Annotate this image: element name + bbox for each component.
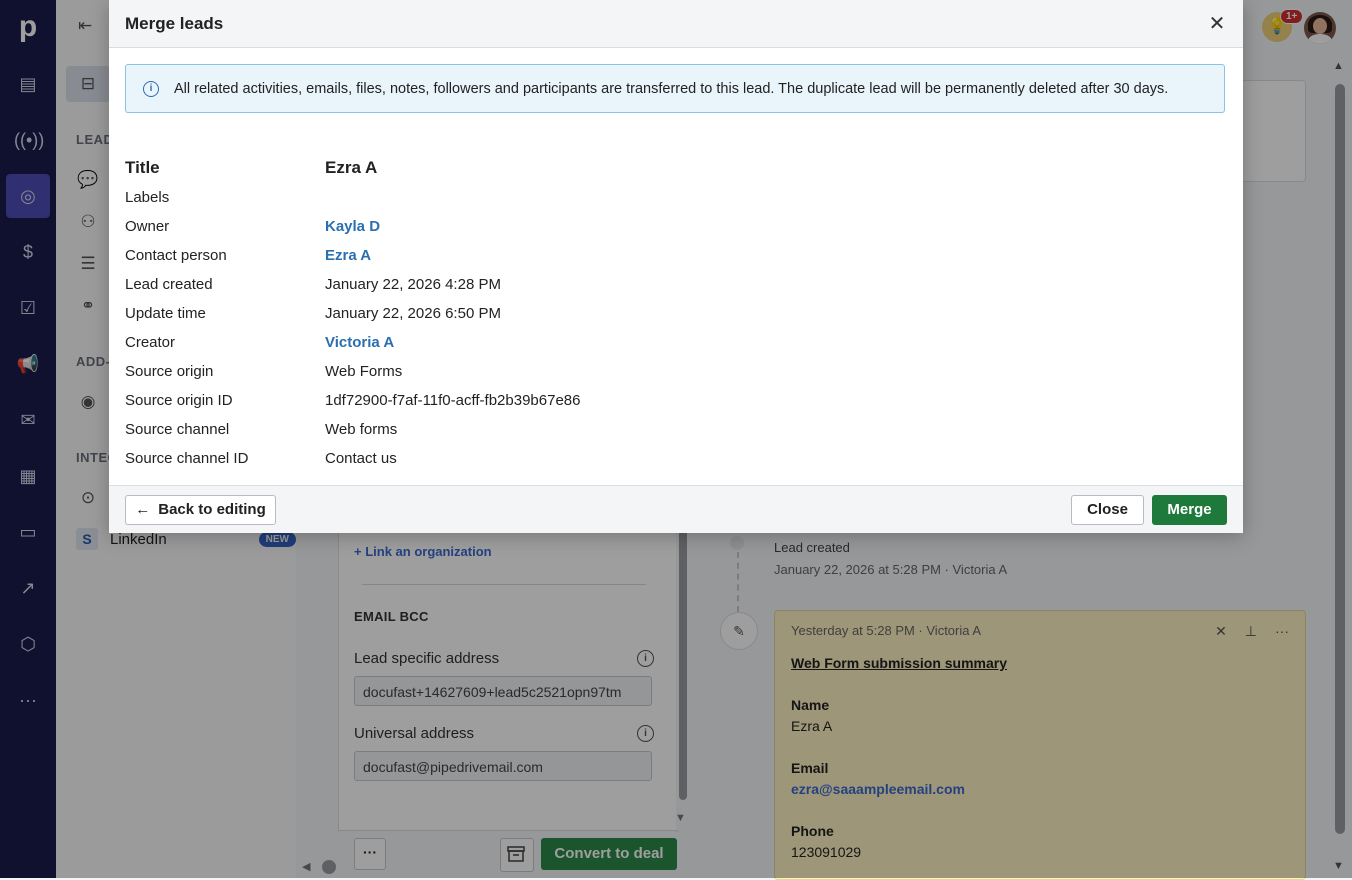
field-key: Owner [125, 218, 170, 235]
dialog-header: Merge leads ✕ [109, 0, 1243, 48]
field-row-title: Title Ezra A [125, 158, 1225, 180]
close-button[interactable]: Close [1071, 495, 1144, 525]
banner-text: All related activities, emails, files, n… [174, 81, 1169, 97]
arrow-left-icon: ← [135, 501, 151, 518]
field-value: 1df72900-f7af-11f0-acff-fb2b39b67e86 [325, 392, 581, 409]
info-icon: i [143, 81, 159, 97]
field-row-source-origin-id: Source origin ID 1df72900-f7af-11f0-acff… [125, 392, 1225, 414]
merge-button[interactable]: Merge [1152, 495, 1227, 525]
merge-leads-dialog: Merge leads ✕ i All related activities, … [109, 0, 1243, 533]
field-row-owner: Owner Kayla D [125, 218, 1225, 240]
dialog-title: Merge leads [125, 14, 224, 33]
field-key: Source channel [125, 421, 230, 438]
field-value: Ezra A [325, 158, 378, 177]
info-banner: i All related activities, emails, files,… [125, 64, 1225, 113]
button-label: Back to editing [158, 501, 266, 518]
field-value: January 22, 2026 4:28 PM [325, 276, 501, 293]
field-value: Web Forms [325, 363, 403, 380]
field-key: Update time [125, 305, 206, 322]
field-row-creator: Creator Victoria A [125, 334, 1225, 356]
field-key: Source origin [125, 363, 214, 380]
dialog-footer: ← Back to editing Close Merge [109, 485, 1243, 533]
field-row-source-origin: Source origin Web Forms [125, 363, 1225, 385]
field-row-source-channel-id: Source channel ID Contact us [125, 450, 1225, 472]
field-row-contact-person: Contact person Ezra A [125, 247, 1225, 269]
field-value: Contact us [325, 450, 397, 467]
field-row-source-channel: Source channel Web forms [125, 421, 1225, 443]
contact-person-link[interactable]: Ezra A [325, 247, 371, 264]
field-key: Source channel ID [125, 450, 249, 467]
owner-link[interactable]: Kayla D [325, 218, 380, 235]
field-key: Labels [125, 189, 170, 206]
field-key: Contact person [125, 247, 227, 264]
creator-link[interactable]: Victoria A [325, 334, 394, 351]
field-value: Web forms [325, 421, 398, 438]
field-key: Title [125, 158, 160, 177]
field-row-update-time: Update time January 22, 2026 6:50 PM [125, 305, 1225, 327]
field-row-labels: Labels [125, 189, 1225, 211]
field-key: Source origin ID [125, 392, 233, 409]
field-row-lead-created: Lead created January 22, 2026 4:28 PM [125, 276, 1225, 298]
close-icon[interactable]: ✕ [1205, 12, 1229, 36]
back-to-editing-button[interactable]: ← Back to editing [125, 495, 276, 525]
field-value: January 22, 2026 6:50 PM [325, 305, 501, 322]
field-key: Lead created [125, 276, 213, 293]
field-key: Creator [125, 334, 176, 351]
